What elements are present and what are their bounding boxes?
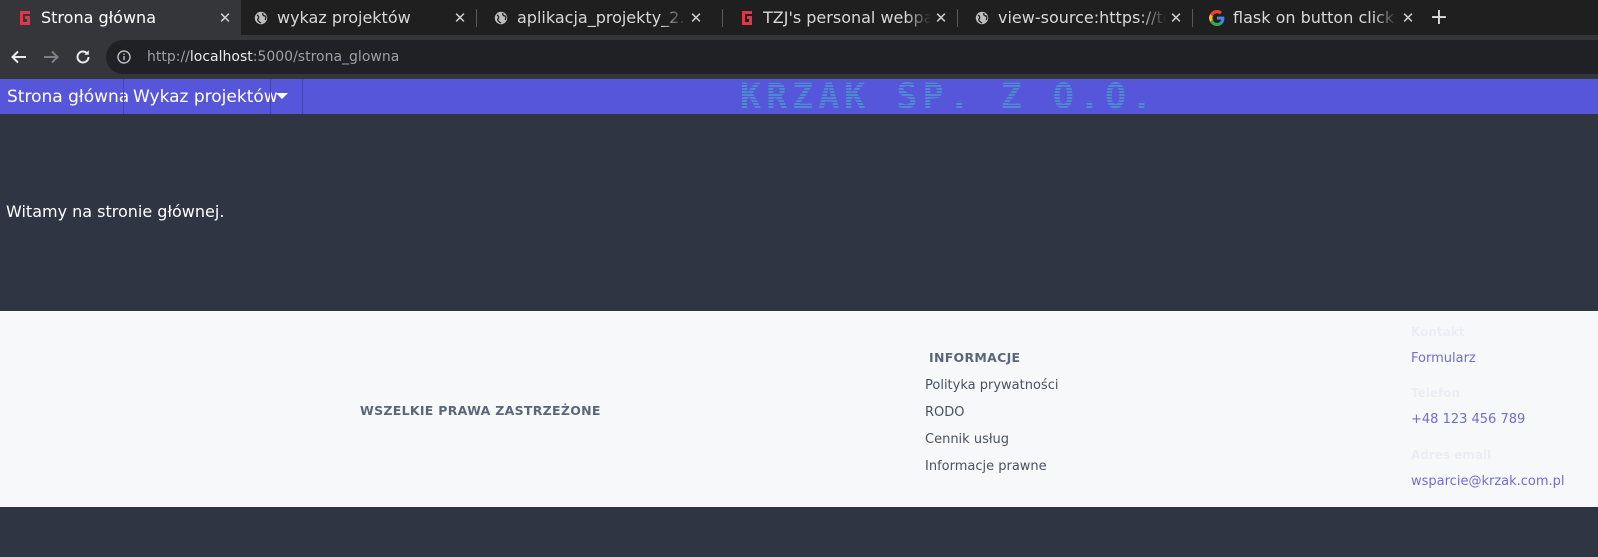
browser-tab[interactable]: aplikacja_projekty_2.p ✕ <box>476 0 712 35</box>
arrow-left-icon <box>11 50 26 64</box>
phone-link[interactable]: +48 123 456 789 <box>1411 412 1525 427</box>
browser-tab[interactable]: wykaz projektów ✕ <box>236 0 476 35</box>
back-button[interactable] <box>5 43 33 71</box>
site-footer: WSZELKIE PRAWA ZASTRZEŻONE INFORMACJE Po… <box>0 311 1598 507</box>
email-label: Adres email <box>1411 448 1492 462</box>
arrow-right-icon <box>44 50 59 64</box>
copyright-notice: WSZELKIE PRAWA ZASTRZEŻONE <box>360 403 601 418</box>
tab-title: flask on button click - <box>1233 8 1398 27</box>
tab-title: wykaz projektów <box>277 8 411 27</box>
footer-link-informacje-prawne[interactable]: Informacje prawne <box>925 459 1047 474</box>
forward-button[interactable] <box>37 43 65 71</box>
phone-label: Telefon <box>1411 386 1460 400</box>
globe-icon <box>974 10 990 26</box>
close-tab-icon[interactable]: ✕ <box>931 9 951 27</box>
email-link[interactable]: wsparcie@krzak.com.pl <box>1411 474 1565 489</box>
browser-tab[interactable]: TZJ's personal webpag ✕ <box>722 0 957 35</box>
red-g-logo-icon <box>17 10 33 26</box>
globe-icon <box>253 10 269 26</box>
close-tab-icon[interactable]: ✕ <box>686 9 706 27</box>
reload-icon <box>76 50 90 64</box>
browser-tab[interactable]: Strona główna ✕ <box>0 0 241 35</box>
tab-title: TZJ's personal webpag <box>763 8 931 27</box>
nav-divider <box>270 79 271 114</box>
footer-link-rodo[interactable]: RODO <box>925 405 965 420</box>
url-scheme: http:// <box>147 49 190 65</box>
tab-title: view-source:https://to <box>998 8 1166 27</box>
browser-tab[interactable]: view-source:https://to ✕ <box>957 0 1192 35</box>
footer-link-cennik[interactable]: Cennik usług <box>925 432 1009 447</box>
google-icon <box>1209 9 1225 26</box>
site-navbar: Strona główna Wykaz projektów KRZAK SP. … <box>0 77 1598 117</box>
browser-toolbar: http://localhost:5000/strona_glowna <box>0 35 1598 79</box>
tab-title: aplikacja_projekty_2.p <box>517 8 686 27</box>
page-bottom-background <box>0 507 1598 557</box>
close-tab-icon[interactable]: ✕ <box>215 9 235 27</box>
dropdown-caret-icon[interactable] <box>276 93 288 99</box>
nav-divider <box>123 79 124 114</box>
close-tab-icon[interactable]: ✕ <box>1398 9 1418 27</box>
url-host: localhost <box>189 49 253 65</box>
main-content: Witamy na stronie głównej. <box>0 114 1598 311</box>
nav-divider <box>302 79 303 114</box>
info-heading: INFORMACJE <box>929 350 1021 365</box>
contact-heading: Kontakt <box>1411 325 1465 339</box>
tab-title: Strona główna <box>41 8 156 27</box>
nav-link-wykaz-projektow[interactable]: Wykaz projektów <box>133 79 278 114</box>
globe-icon <box>493 10 509 26</box>
browser-tab[interactable]: flask on button click - ✕ <box>1192 0 1424 35</box>
brand-logo-text: KRZAK SP. Z O.O. <box>740 77 1158 117</box>
footer-link-polityka[interactable]: Polityka prywatności <box>925 378 1058 393</box>
address-bar[interactable]: http://localhost:5000/strona_glowna <box>106 40 1598 74</box>
new-tab-button[interactable]: + <box>1424 0 1454 35</box>
nav-link-strona-glowna[interactable]: Strona główna <box>7 79 129 114</box>
info-icon[interactable] <box>116 49 132 65</box>
close-tab-icon[interactable]: ✕ <box>1166 9 1186 27</box>
url-text: http://localhost:5000/strona_glowna <box>147 49 399 65</box>
red-g-logo-icon <box>739 10 755 26</box>
reload-button[interactable] <box>69 43 97 71</box>
welcome-text: Witamy na stronie głównej. <box>6 202 225 221</box>
contact-form-link[interactable]: Formularz <box>1411 351 1476 366</box>
url-path: :5000/strona_glowna <box>252 49 400 65</box>
browser-tab-strip: Strona główna ✕ wykaz projektów ✕ aplika… <box>0 0 1598 35</box>
close-tab-icon[interactable]: ✕ <box>450 9 470 27</box>
